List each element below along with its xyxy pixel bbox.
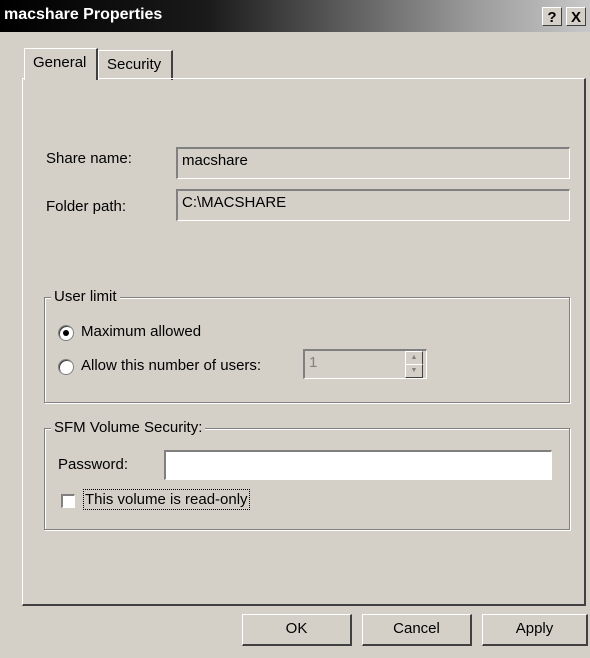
help-button[interactable]: ? <box>542 7 562 26</box>
ok-button[interactable]: OK <box>242 614 352 646</box>
maximum-allowed-radio[interactable] <box>58 325 74 341</box>
title-bar: macshare Properties ? X <box>0 0 590 32</box>
folder-path-label: Folder path: <box>46 198 127 215</box>
folder-path-value: C:\MACSHARE <box>182 194 287 211</box>
share-name-field[interactable]: macshare <box>176 147 570 179</box>
allow-number-radio[interactable] <box>58 359 74 375</box>
tab-general-label: General <box>33 54 87 71</box>
radio-selected-dot <box>63 330 69 336</box>
sfm-legend: SFM Volume Security: <box>51 419 206 436</box>
maximum-allowed-label[interactable]: Maximum allowed <box>81 323 201 340</box>
user-limit-legend: User limit <box>51 288 120 305</box>
tab-security-label: Security <box>107 56 162 73</box>
tab-security[interactable]: Security <box>98 50 173 80</box>
tab-general[interactable]: General <box>24 48 98 80</box>
password-label: Password: <box>58 456 129 473</box>
window-title: macshare Properties <box>4 6 163 23</box>
cancel-button[interactable]: Cancel <box>362 614 472 646</box>
apply-button[interactable]: Apply <box>482 614 588 646</box>
read-only-label[interactable]: This volume is read-only <box>83 489 250 510</box>
share-name-value: macshare <box>182 152 248 169</box>
password-field[interactable] <box>164 450 552 480</box>
close-button[interactable]: X <box>566 7 586 26</box>
spin-up-arrow-icon[interactable]: ▲ <box>405 351 423 365</box>
read-only-checkbox[interactable] <box>61 494 75 508</box>
allow-number-label[interactable]: Allow this number of users: <box>81 357 261 374</box>
spin-down-arrow-icon[interactable]: ▼ <box>405 364 423 378</box>
share-name-label: Share name: <box>46 150 132 167</box>
folder-path-field[interactable]: C:\MACSHARE <box>176 189 570 221</box>
users-count-value: 1 <box>309 354 318 371</box>
